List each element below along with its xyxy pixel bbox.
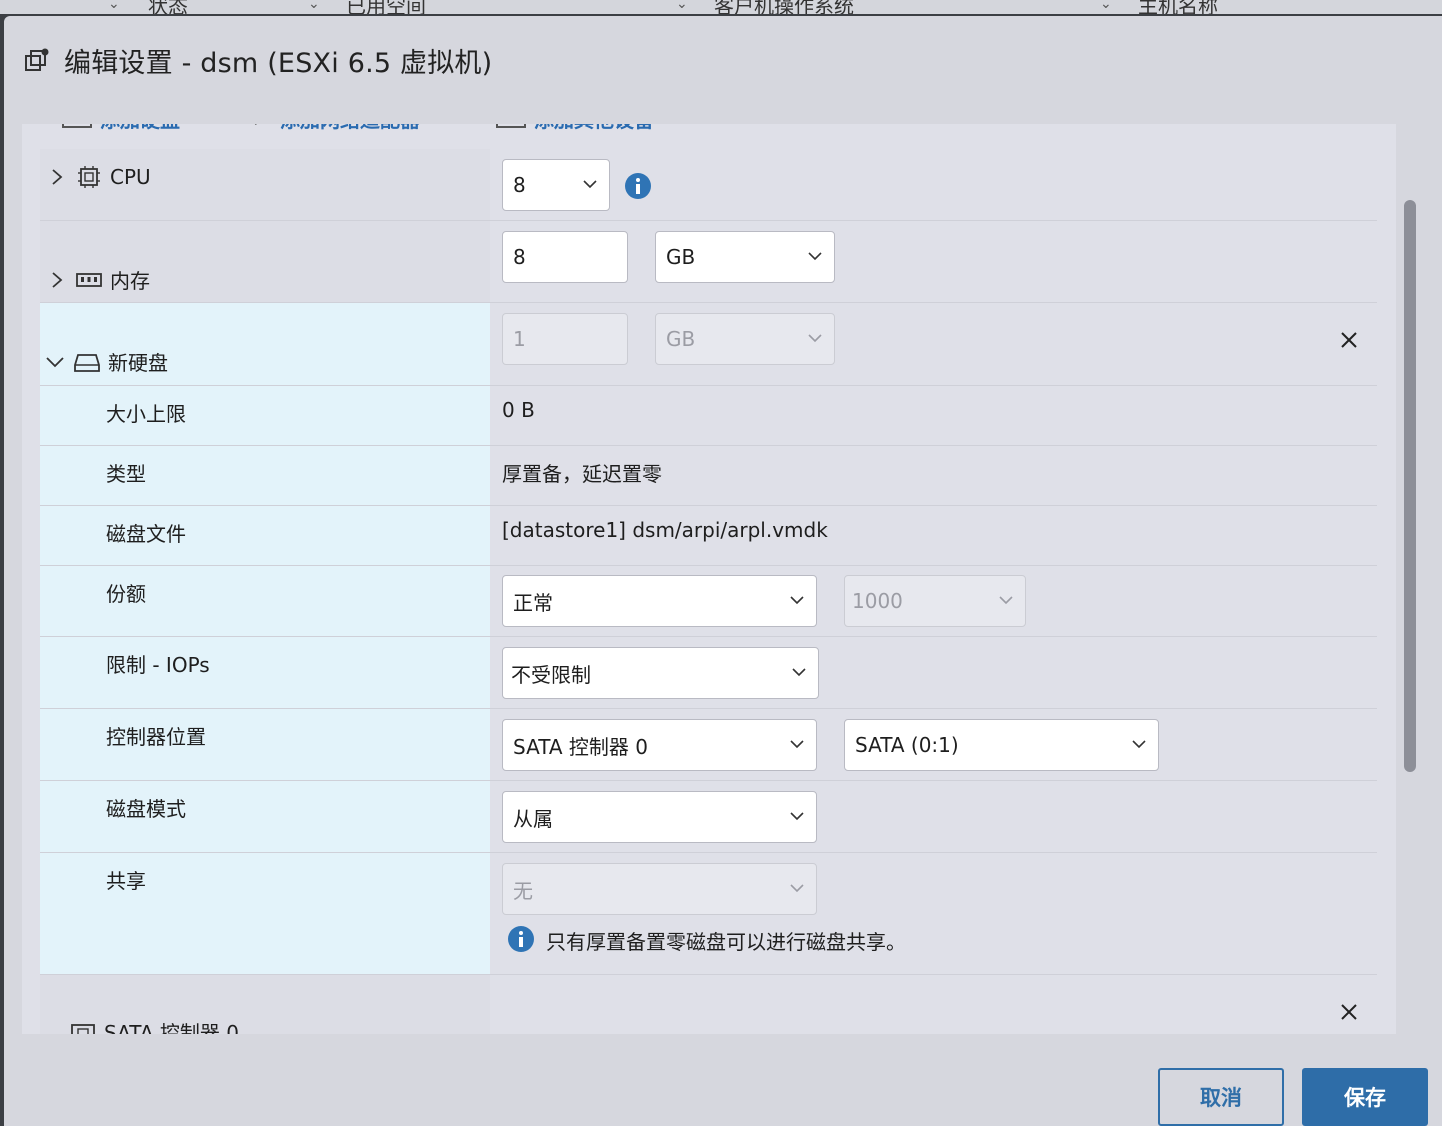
chevron-down-icon (808, 334, 822, 343)
limit-iops-value: 不受限制 (511, 662, 591, 687)
chevron-down-icon: ⌄ (676, 0, 688, 12)
disk-file-row: 磁盘文件 [datastore1] dsm/arpi/arpl.vmdk (40, 506, 1377, 566)
chevron-down-icon (792, 668, 806, 677)
hardware-toolbar: 添加硬盘 → 添加网络适配器 添加其他设备 (22, 124, 1396, 134)
max-size-row: 大小上限 0 B (40, 386, 1377, 446)
shares-row: 份额 正常 1000 (40, 566, 1377, 637)
cpu-icon (78, 166, 100, 188)
disk-size-unit-value: GB (666, 327, 696, 351)
hard-disk-icon (74, 353, 100, 372)
dialog-title: 编辑设置 - dsm (ESXi 6.5 虚拟机) (64, 47, 493, 79)
add-device-icon (496, 124, 526, 128)
new-disk-label: 新硬盘 (108, 351, 168, 375)
shares-label: 份额 (106, 582, 146, 606)
chevron-right-icon[interactable] (48, 168, 66, 186)
sharing-info-text: 只有厚置备置零磁盘可以进行磁盘共享。 (546, 930, 906, 954)
disk-size-value: 1 (513, 327, 526, 351)
chevron-down-icon (583, 180, 597, 189)
edit-settings-dialog: 编辑设置 - dsm (ESXi 6.5 虚拟机) 添加硬盘 → 添加网络适配器… (4, 16, 1442, 1126)
memory-icon (76, 272, 102, 287)
cpu-row: CPU 8 (40, 149, 1377, 221)
cancel-button[interactable]: 取消 (1158, 1068, 1284, 1126)
settings-scroll-area[interactable]: 添加硬盘 → 添加网络适配器 添加其他设备 (22, 124, 1396, 1034)
vm-settings-icon (25, 48, 49, 71)
memory-unit-select[interactable]: GB (655, 231, 835, 283)
hardware-grid: CPU 8 内存 8 GB 新硬盘 1 GB 大小上限 0 B 类型 厚置备，延… (40, 149, 1377, 1034)
column-guest-os: 客户机操作系统 (714, 0, 854, 14)
chevron-down-icon (1132, 740, 1146, 749)
disk-size-input[interactable]: 1 (502, 313, 628, 365)
dialog-header: 编辑设置 - dsm (ESXi 6.5 虚拟机) (24, 40, 492, 80)
sharing-label: 共享 (106, 869, 146, 893)
add-disk-icon (62, 124, 92, 128)
disk-size-unit-select[interactable]: GB (655, 313, 835, 365)
controller-slot-value: SATA (0:1) (855, 733, 959, 757)
disk-file-label: 磁盘文件 (106, 522, 186, 546)
disk-file-value: [datastore1] dsm/arpi/arpl.vmdk (502, 518, 828, 542)
disk-mode-label: 磁盘模式 (106, 797, 186, 821)
limit-iops-row: 限制 - IOPs 不受限制 (40, 637, 1377, 709)
chevron-down-icon: ⌄ (308, 0, 320, 12)
controller-location-label: 控制器位置 (106, 725, 206, 749)
cpu-count-select[interactable]: 8 (502, 159, 610, 211)
sata-controller-label: SATA 控制器 0 (104, 1021, 239, 1034)
controller-slot-select[interactable]: SATA (0:1) (844, 719, 1159, 771)
max-size-value: 0 B (502, 398, 535, 422)
scrollbar-thumb[interactable] (1404, 200, 1416, 772)
limit-iops-label: 限制 - IOPs (106, 653, 210, 677)
memory-unit-value: GB (666, 245, 696, 269)
network-icon: → (244, 124, 261, 132)
cpu-label: CPU (110, 165, 151, 189)
add-disk-button[interactable]: 添加硬盘 (100, 124, 180, 133)
controller-value: SATA 控制器 0 (513, 734, 648, 759)
sata-controller-row: SATA 控制器 0 (40, 975, 1377, 1034)
chevron-down-icon: ⌄ (1100, 0, 1112, 12)
column-used-space: 已用空间 (346, 0, 426, 14)
chevron-down-icon (790, 596, 804, 605)
controller-icon (71, 1023, 95, 1034)
disk-mode-value: 从属 (513, 806, 553, 831)
sharing-select[interactable]: 无 (502, 863, 817, 915)
disk-type-row: 类型 厚置备，延迟置零 (40, 446, 1377, 506)
limit-iops-select[interactable]: 不受限制 (502, 647, 819, 699)
save-button[interactable]: 保存 (1302, 1068, 1428, 1126)
memory-row: 内存 8 GB (40, 221, 1377, 303)
chevron-down-icon (790, 740, 804, 749)
chevron-down-icon: ⌄ (108, 0, 120, 12)
remove-controller-icon[interactable] (1340, 1003, 1358, 1021)
shares-select[interactable]: 正常 (502, 575, 817, 627)
info-icon[interactable] (625, 173, 651, 199)
column-status: 状态 (148, 0, 188, 14)
shares-amount-select[interactable]: 1000 (844, 575, 1026, 627)
shares-value: 正常 (513, 590, 553, 615)
memory-size-input[interactable]: 8 (502, 231, 628, 283)
chevron-down-icon (808, 252, 822, 261)
info-icon (508, 926, 534, 952)
chevron-down-icon[interactable] (46, 353, 64, 371)
disk-type-value: 厚置备，延迟置零 (502, 462, 662, 486)
chevron-down-icon (790, 884, 804, 893)
column-host-name: 主机名称 (1138, 0, 1218, 14)
controller-location-row: 控制器位置 SATA 控制器 0 SATA (0:1) (40, 709, 1377, 781)
sharing-value: 无 (513, 878, 533, 903)
disk-mode-select[interactable]: 从属 (502, 791, 817, 843)
chevron-down-icon (790, 812, 804, 821)
background-table-header: ⌄ 状态 ⌄ 已用空间 ⌄ 客户机操作系统 ⌄ 主机名称 (0, 0, 1442, 14)
add-network-adapter-button[interactable]: 添加网络适配器 (280, 124, 420, 133)
shares-amount-value: 1000 (852, 589, 903, 613)
remove-disk-icon[interactable] (1340, 331, 1358, 349)
max-size-label: 大小上限 (106, 402, 186, 426)
chevron-down-icon (999, 596, 1013, 605)
memory-size-value: 8 (513, 245, 526, 269)
sharing-row: 共享 无 只有厚置备置零磁盘可以进行磁盘共享。 (40, 853, 1377, 975)
add-other-device-button[interactable]: 添加其他设备 (534, 124, 654, 133)
controller-select[interactable]: SATA 控制器 0 (502, 719, 817, 771)
chevron-right-icon[interactable] (48, 271, 66, 289)
disk-type-label: 类型 (106, 462, 146, 486)
new-disk-row: 新硬盘 1 GB (40, 303, 1377, 386)
disk-mode-row: 磁盘模式 从属 (40, 781, 1377, 853)
memory-label: 内存 (110, 269, 150, 293)
cpu-count-value: 8 (513, 173, 526, 197)
